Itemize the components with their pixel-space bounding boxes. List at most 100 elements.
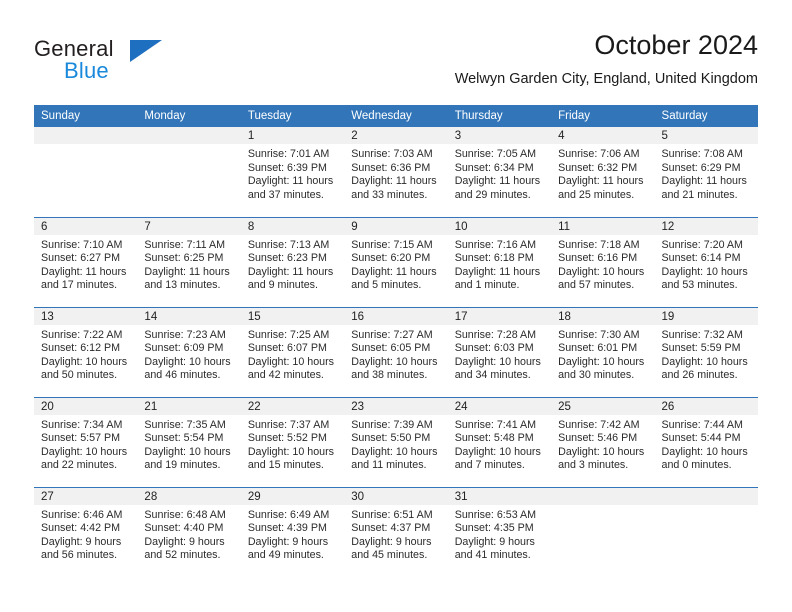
day-daylight-line-text: and 29 minutes.: [454, 188, 531, 201]
day-details: Sunrise: 7:27 AM Sunset: 6:05 PM Daylight:…: [344, 325, 447, 383]
day-daylight-line-text: and 3 minutes.: [558, 459, 629, 472]
day-number: [551, 487, 655, 505]
day-details: Sunrise: 7:37 AM Sunset: 5:52 PM Daylight:…: [241, 415, 344, 473]
calendar-day-cell[interactable]: 14 Sunrise: 7:23 AM Sunset: 6:09 PM Dayligh…: [137, 306, 241, 397]
calendar-page: General Blue October 2024 Welwyn Garden …: [0, 0, 792, 612]
day-sunset-text: Sunset: 6:20 PM: [351, 252, 431, 265]
day-number: 31: [447, 487, 552, 505]
day-sunrise-text: Sunrise: 7:08 AM: [661, 148, 743, 160]
day-details: Sunrise: 7:01 AM Sunset: 6:39 PM Daylight:…: [241, 144, 344, 202]
calendar-day-cell[interactable]: 15 Sunrise: 7:25 AM Sunset: 6:07 PM Dayligh…: [240, 306, 345, 397]
calendar-day-cell[interactable]: 25 Sunrise: 7:42 AM Sunset: 5:46 PM Dayligh…: [551, 396, 655, 487]
day-sunrise-text: Sunrise: 7:20 AM: [661, 238, 743, 251]
day-number: 23: [344, 397, 448, 415]
day-daylight-line-text: Daylight: 10 hours: [661, 445, 748, 458]
day-number: 14: [137, 307, 241, 325]
calendar-body: 1 Sunrise: 7:01 AM Sunset: 6:39 PM Daylight…: [34, 127, 758, 577]
day-details: Sunrise: 7:15 AM Sunset: 6:20 PM Daylight:…: [344, 235, 447, 293]
calendar-day-cell[interactable]: 6 Sunrise: 7:10 AM Sunset: 6:27 PM Daylight…: [34, 216, 138, 307]
generalblue-logo[interactable]: General Blue: [34, 36, 244, 92]
calendar-day-cell[interactable]: 16 Sunrise: 7:27 AM Sunset: 6:05 PM Dayligh…: [344, 306, 448, 397]
day-sunrise-text: Sunrise: 7:25 AM: [247, 328, 330, 341]
calendar-day-cell[interactable]: 7 Sunrise: 7:11 AM Sunset: 6:25 PM Daylight…: [137, 216, 241, 307]
weekday-header-tuesday: Tuesday: [240, 105, 345, 127]
day-daylight-line-text: Daylight: 9 hours: [351, 535, 432, 548]
calendar-day-cell[interactable]: 17 Sunrise: 7:28 AM Sunset: 6:03 PM Dayligh…: [447, 306, 552, 397]
day-sunset-text: Sunset: 6:03 PM: [454, 342, 534, 355]
day-details: Sunrise: 7:20 AM Sunset: 6:14 PM Daylight:…: [655, 235, 758, 293]
calendar-day-cell[interactable]: 24 Sunrise: 7:41 AM Sunset: 5:48 PM Dayligh…: [447, 396, 552, 487]
day-sunset-text: Sunset: 6:18 PM: [454, 252, 534, 265]
day-number: 16: [344, 307, 448, 325]
calendar-day-cell[interactable]: 13 Sunrise: 7:22 AM Sunset: 6:12 PM Dayligh…: [34, 306, 138, 397]
day-daylight-line-text: and 41 minutes.: [454, 549, 531, 562]
calendar-day-cell[interactable]: 28 Sunrise: 6:48 AM Sunset: 4:40 PM Dayligh…: [137, 486, 241, 577]
logo-text-blue: Blue: [64, 58, 109, 83]
calendar-day-cell[interactable]: 1 Sunrise: 7:01 AM Sunset: 6:39 PM Daylight…: [240, 127, 345, 217]
calendar-day-cell[interactable]: 12 Sunrise: 7:20 AM Sunset: 6:14 PM Dayligh…: [654, 216, 758, 307]
day-sunset-text: Sunset: 6:29 PM: [661, 161, 741, 174]
day-sunrise-text: Sunrise: 7:15 AM: [351, 238, 433, 251]
day-sunrise-text: Sunrise: 7:10 AM: [41, 238, 123, 251]
day-daylight-line-text: Daylight: 11 hours: [351, 265, 437, 278]
calendar-day-cell[interactable]: 2 Sunrise: 7:03 AM Sunset: 6:36 PM Daylight…: [344, 127, 448, 217]
calendar-day-cell[interactable]: 10 Sunrise: 7:16 AM Sunset: 6:18 PM Dayligh…: [447, 216, 552, 307]
day-details: [655, 505, 758, 509]
calendar-day-cell[interactable]: 3 Sunrise: 7:05 AM Sunset: 6:34 PM Daylight…: [447, 127, 552, 217]
day-daylight-line-text: Daylight: 10 hours: [454, 445, 541, 458]
day-details: Sunrise: 6:46 AM Sunset: 4:42 PM Daylight:…: [34, 505, 137, 563]
calendar-cell-empty: [137, 127, 241, 217]
calendar-day-cell[interactable]: 4 Sunrise: 7:06 AM Sunset: 6:32 PM Daylight…: [551, 127, 655, 217]
day-details: Sunrise: 7:23 AM Sunset: 6:09 PM Daylight:…: [137, 325, 240, 383]
calendar-day-cell[interactable]: 26 Sunrise: 7:44 AM Sunset: 5:44 PM Dayligh…: [654, 396, 758, 487]
day-details: Sunrise: 7:41 AM Sunset: 5:48 PM Daylight:…: [448, 415, 551, 473]
day-daylight-line-text: and 9 minutes.: [247, 279, 318, 292]
day-sunrise-text: Sunrise: 7:28 AM: [454, 328, 537, 341]
page-title: October 2024: [594, 30, 758, 60]
day-daylight-line-text: Daylight: 10 hours: [351, 355, 438, 368]
day-sunrise-text: Sunrise: 7:23 AM: [144, 328, 226, 341]
day-daylight-line-text: Daylight: 10 hours: [144, 355, 231, 368]
day-number: 7: [137, 217, 241, 235]
day-details: Sunrise: 7:08 AM Sunset: 6:29 PM Daylight:…: [655, 144, 758, 202]
day-number: 18: [551, 307, 655, 325]
calendar-day-cell[interactable]: 11 Sunrise: 7:18 AM Sunset: 6:16 PM Dayligh…: [551, 216, 655, 307]
calendar-day-cell[interactable]: 31 Sunrise: 6:53 AM Sunset: 4:35 PM Dayligh…: [447, 486, 552, 577]
day-number: [34, 127, 138, 144]
weekday-header-friday: Friday: [551, 105, 655, 127]
day-sunset-text: Sunset: 5:54 PM: [144, 432, 224, 445]
day-number: 27: [34, 487, 138, 505]
day-details: Sunrise: 7:34 AM Sunset: 5:57 PM Daylight:…: [34, 415, 137, 473]
calendar-day-cell[interactable]: 22 Sunrise: 7:37 AM Sunset: 5:52 PM Dayligh…: [240, 396, 345, 487]
day-sunrise-text: Sunrise: 6:49 AM: [247, 508, 330, 521]
day-daylight-line-text: and 46 minutes.: [144, 369, 221, 382]
calendar-week-row: 20 Sunrise: 7:34 AM Sunset: 5:57 PM Dayligh…: [34, 396, 758, 487]
calendar-day-cell[interactable]: 21 Sunrise: 7:35 AM Sunset: 5:54 PM Dayligh…: [137, 396, 241, 487]
calendar-day-cell[interactable]: 5 Sunrise: 7:08 AM Sunset: 6:29 PM Daylight…: [654, 127, 758, 217]
calendar-day-cell[interactable]: 20 Sunrise: 7:34 AM Sunset: 5:57 PM Dayligh…: [34, 396, 138, 487]
day-daylight-line-text: and 30 minutes.: [558, 369, 635, 382]
day-sunrise-text: Sunrise: 7:11 AM: [144, 238, 226, 251]
calendar-day-cell[interactable]: 18 Sunrise: 7:30 AM Sunset: 6:01 PM Dayligh…: [551, 306, 655, 397]
day-number: 11: [551, 217, 655, 235]
calendar-day-cell[interactable]: 27 Sunrise: 6:46 AM Sunset: 4:42 PM Dayligh…: [34, 486, 138, 577]
calendar-day-cell[interactable]: 19 Sunrise: 7:32 AM Sunset: 5:59 PM Dayligh…: [654, 306, 758, 397]
calendar-day-cell[interactable]: 30 Sunrise: 6:51 AM Sunset: 4:37 PM Dayligh…: [344, 486, 448, 577]
calendar-day-cell[interactable]: 9 Sunrise: 7:15 AM Sunset: 6:20 PM Daylight…: [344, 216, 448, 307]
day-sunset-text: Sunset: 6:39 PM: [247, 161, 327, 174]
day-daylight-line-text: and 33 minutes.: [351, 188, 428, 201]
calendar-day-cell[interactable]: 29 Sunrise: 6:49 AM Sunset: 4:39 PM Dayligh…: [240, 486, 345, 577]
day-daylight-line-text: Daylight: 10 hours: [558, 265, 645, 278]
day-sunrise-text: Sunrise: 7:06 AM: [558, 148, 640, 160]
day-sunrise-text: Sunrise: 6:51 AM: [351, 508, 433, 521]
day-daylight-line-text: Daylight: 10 hours: [351, 445, 438, 458]
day-details: [137, 144, 240, 148]
day-daylight-line-text: and 22 minutes.: [41, 459, 118, 472]
day-daylight-line-text: Daylight: 9 hours: [454, 535, 535, 548]
day-daylight-line-text: Daylight: 11 hours: [454, 265, 541, 278]
day-daylight-line-text: and 13 minutes.: [144, 279, 221, 292]
calendar-day-cell[interactable]: 23 Sunrise: 7:39 AM Sunset: 5:50 PM Dayligh…: [344, 396, 448, 487]
calendar-day-cell[interactable]: 8 Sunrise: 7:13 AM Sunset: 6:23 PM Daylight…: [240, 216, 345, 307]
day-sunrise-text: Sunrise: 7:18 AM: [558, 238, 640, 251]
day-daylight-line-text: Daylight: 10 hours: [454, 355, 541, 368]
